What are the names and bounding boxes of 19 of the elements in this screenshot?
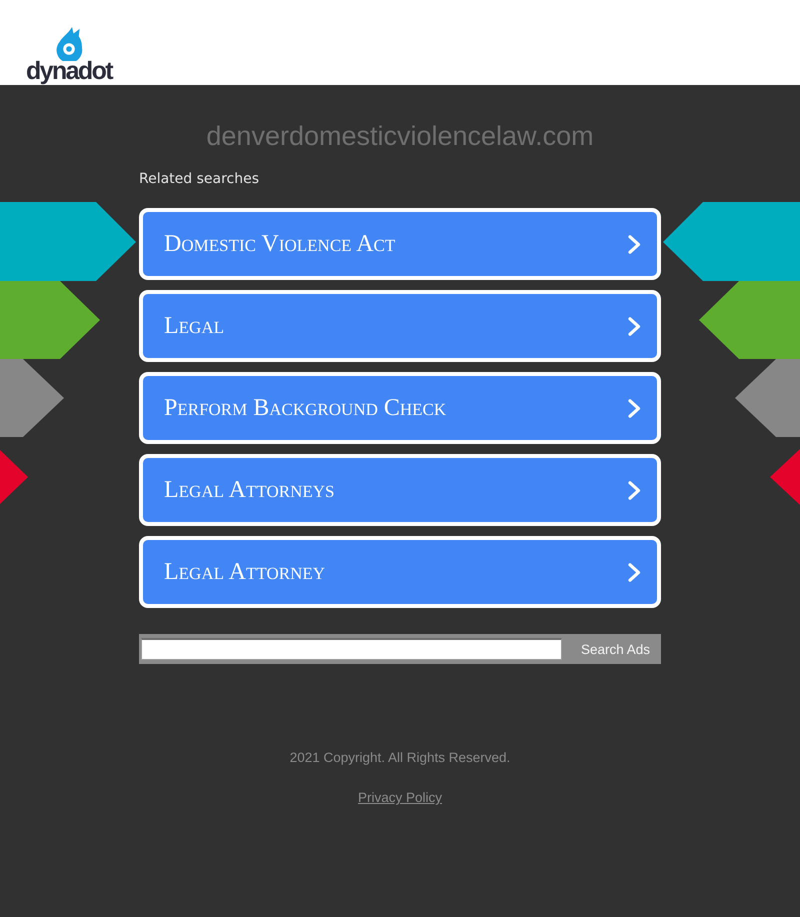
- chevron-right-icon: [628, 398, 641, 418]
- related-searches-heading: Related searches: [139, 170, 260, 189]
- chevron-right-icon: [628, 316, 641, 336]
- flame-logo-icon: [56, 27, 84, 61]
- logo-text: dynadot: [26, 59, 112, 84]
- related-search-link[interactable]: Legal Attorneys: [139, 454, 661, 526]
- related-search-link[interactable]: Domestic Violence Act: [139, 208, 661, 280]
- related-search-link[interactable]: Legal Attorney: [139, 536, 661, 608]
- privacy-policy-link[interactable]: Privacy Policy: [358, 790, 442, 805]
- search-field[interactable]: [141, 638, 562, 660]
- chevron-right-icon: [628, 480, 641, 500]
- arrow-banner: [770, 449, 800, 505]
- chevron-right-icon: [628, 234, 641, 254]
- domain-title: denverdomesticviolencelaw.com: [206, 120, 594, 152]
- related-search-link[interactable]: Legal: [139, 290, 661, 362]
- chevron-right-icon: [628, 562, 641, 582]
- copyright-text: 2021 Copyright. All Rights Reserved.: [290, 750, 510, 766]
- related-search-link[interactable]: Perform Background Check: [139, 372, 661, 444]
- arrow-banner: [0, 450, 28, 504]
